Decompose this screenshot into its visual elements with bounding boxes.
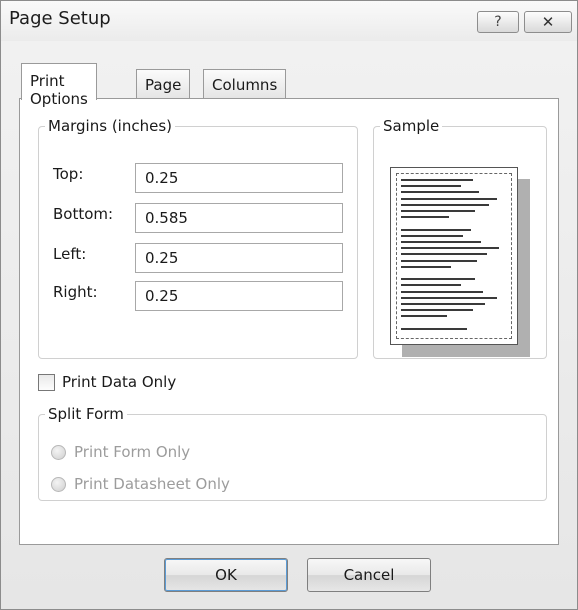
- sample-group: Sample: [373, 117, 547, 359]
- ok-button[interactable]: OK: [164, 558, 288, 592]
- preview-text-line: [401, 191, 479, 194]
- preview-text-line: [401, 228, 471, 231]
- print-datasheet-only-label: Print Datasheet Only: [74, 475, 230, 493]
- preview-margin-outline: [396, 173, 512, 339]
- top-margin-field[interactable]: [135, 163, 343, 193]
- left-margin-field[interactable]: [135, 243, 343, 273]
- preview-text-line: [401, 253, 487, 256]
- preview-text-line: [401, 327, 467, 330]
- top-margin-label: Top:: [53, 165, 84, 183]
- margins-legend: Margins (inches): [48, 117, 172, 135]
- print-data-only-option[interactable]: Print Data Only: [38, 371, 176, 393]
- preview-text-line: [401, 203, 489, 206]
- tab-panel-print-options: Margins (inches) Top: Bottom: Left: Righ…: [19, 98, 559, 545]
- preview-text-line: [401, 210, 475, 212]
- preview-text-line: [401, 216, 449, 219]
- print-form-only-label: Print Form Only: [74, 443, 191, 461]
- preview-text-line: [401, 296, 497, 299]
- preview-text-line: [401, 185, 461, 188]
- margins-group: Margins (inches) Top: Bottom: Left: Righ…: [38, 117, 358, 359]
- preview-text-line: [401, 259, 477, 262]
- bottom-margin-field[interactable]: [135, 203, 343, 233]
- title-bar: Page Setup ? ✕: [1, 1, 577, 41]
- preview-text-line: [401, 241, 481, 243]
- help-icon: ?: [494, 14, 502, 30]
- right-margin-field[interactable]: [135, 281, 343, 311]
- preview-text-line: [401, 197, 497, 200]
- preview-text-line: [401, 284, 461, 287]
- print-form-only-option[interactable]: Print Form Only: [51, 441, 190, 463]
- print-datasheet-only-option[interactable]: Print Datasheet Only: [51, 473, 230, 495]
- tab-print-options[interactable]: Print Options: [21, 63, 97, 108]
- split-form-legend: Split Form: [48, 405, 124, 423]
- close-icon: ✕: [541, 13, 555, 31]
- preview-text-line: [401, 309, 473, 312]
- preview-text-line: [401, 315, 447, 318]
- print-data-only-label: Print Data Only: [62, 373, 177, 391]
- preview-text-line: [401, 179, 473, 181]
- right-margin-label: Right:: [53, 283, 98, 301]
- tab-page[interactable]: Page: [136, 69, 191, 99]
- page-setup-dialog: Page Setup ? ✕ Print Options Page Column…: [0, 0, 578, 610]
- split-form-group: Split Form Print Form Only Print Datashe…: [38, 405, 547, 501]
- help-button[interactable]: ?: [477, 11, 519, 33]
- preview-text-line: [401, 247, 499, 250]
- left-margin-label: Left:: [53, 245, 87, 263]
- preview-text-line: [401, 278, 475, 281]
- print-data-only-checkbox[interactable]: [38, 373, 55, 391]
- sample-page-preview: [390, 167, 530, 357]
- preview-text-line: [401, 265, 451, 268]
- close-button[interactable]: ✕: [524, 11, 572, 33]
- cancel-button[interactable]: Cancel: [307, 558, 431, 592]
- preview-sheet: [390, 167, 518, 345]
- print-datasheet-only-radio[interactable]: [51, 476, 66, 492]
- sample-legend: Sample: [383, 117, 440, 135]
- preview-text-line: [401, 234, 463, 237]
- tab-columns[interactable]: Columns: [203, 69, 287, 99]
- preview-text-line: [401, 303, 485, 305]
- bottom-margin-label: Bottom:: [53, 205, 114, 223]
- dialog-title: Page Setup: [9, 8, 111, 29]
- print-form-only-radio[interactable]: [51, 444, 66, 460]
- preview-text-line: [401, 290, 483, 293]
